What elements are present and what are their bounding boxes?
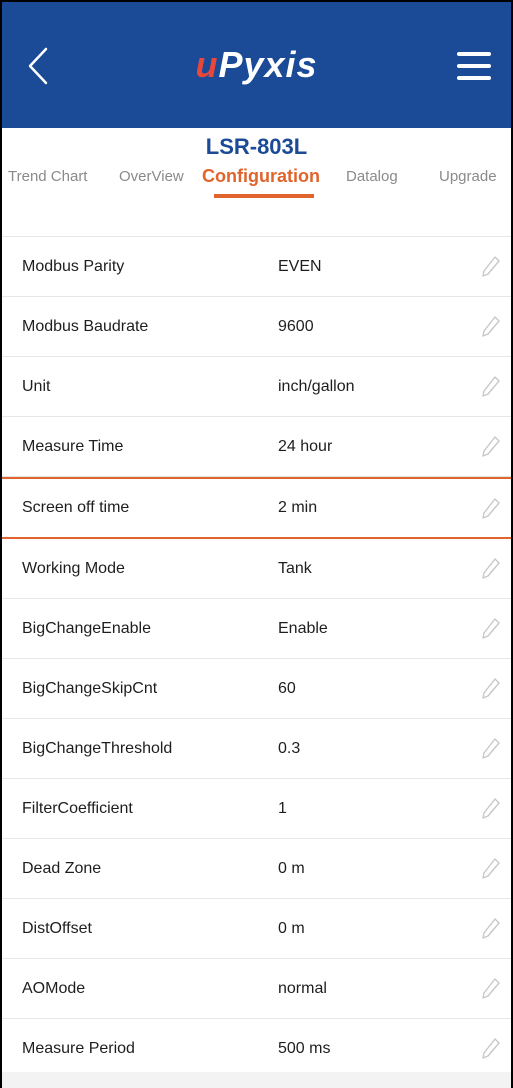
tab-bar: Trend Chart OverView Configuration Datal… <box>2 162 511 208</box>
edit-pencil-icon[interactable] <box>481 497 501 521</box>
edit-pencil-icon[interactable] <box>481 617 501 641</box>
config-value: 0 m <box>278 919 305 937</box>
edit-pencil-icon[interactable] <box>481 917 501 941</box>
edit-pencil-icon[interactable] <box>481 977 501 1001</box>
config-value: 1 <box>278 799 287 817</box>
edit-pencil-icon[interactable] <box>481 375 501 399</box>
config-row[interactable]: Dead Zone 0 m <box>2 839 511 899</box>
logo-text: Pyxis <box>218 44 318 85</box>
config-value: Enable <box>278 619 328 637</box>
config-value: 0 m <box>278 859 305 877</box>
tab-datalog[interactable]: Datalog <box>346 168 398 185</box>
tab-configuration[interactable]: Configuration <box>202 166 320 187</box>
config-label: Measure Time <box>22 437 124 455</box>
config-label: Dead Zone <box>22 859 102 877</box>
config-label: Unit <box>22 377 51 395</box>
edit-pencil-icon[interactable] <box>481 255 501 279</box>
config-label: Modbus Baudrate <box>22 317 149 335</box>
tab-overview[interactable]: OverView <box>119 168 184 185</box>
config-label: Modbus Parity <box>22 257 125 275</box>
config-row[interactable]: Modbus Parity EVEN <box>2 237 511 297</box>
config-row[interactable]: Measure Period 500 ms <box>2 1019 511 1079</box>
config-value: inch/gallon <box>278 377 355 395</box>
config-value: normal <box>278 979 327 997</box>
edit-pencil-icon[interactable] <box>481 677 501 701</box>
config-label: BigChangeThreshold <box>22 739 173 757</box>
edit-pencil-icon[interactable] <box>481 797 501 821</box>
config-label: Screen off time <box>22 499 130 516</box>
config-label: DistOffset <box>22 919 92 937</box>
config-value: 500 ms <box>278 1039 331 1057</box>
config-row[interactable]: DistOffset 0 m <box>2 899 511 959</box>
config-value: 9600 <box>278 317 314 335</box>
edit-pencil-icon[interactable] <box>481 1037 501 1061</box>
tab-trend-chart[interactable]: Trend Chart <box>8 168 87 185</box>
config-row[interactable]: Modbus Baudrate 9600 <box>2 297 511 357</box>
edit-pencil-icon[interactable] <box>481 857 501 881</box>
config-label: Working Mode <box>22 559 125 577</box>
app-header: uPyxis <box>2 2 511 128</box>
config-value: 2 min <box>278 499 318 516</box>
config-value: 60 <box>278 679 296 697</box>
active-tab-indicator <box>214 194 314 198</box>
device-title: LSR-803L <box>205 134 308 159</box>
config-value: EVEN <box>278 257 322 275</box>
edit-pencil-icon[interactable] <box>481 557 501 581</box>
config-label: BigChangeSkipCnt <box>22 679 158 697</box>
partial-row <box>2 208 511 236</box>
config-label: AOMode <box>22 979 86 997</box>
config-row[interactable]: Working Mode Tank <box>2 539 511 599</box>
config-label: BigChangeEnable <box>22 619 151 637</box>
config-row[interactable]: BigChangeThreshold 0.3 <box>2 719 511 779</box>
config-value: Tank <box>278 559 312 577</box>
config-label: FilterCoefficient <box>22 799 133 817</box>
config-row[interactable]: BigChangeSkipCnt 60 <box>2 659 511 719</box>
config-value: 0.3 <box>278 739 301 757</box>
config-value: 24 hour <box>278 437 333 455</box>
menu-button[interactable] <box>453 46 495 86</box>
edit-pencil-icon[interactable] <box>481 435 501 459</box>
edit-pencil-icon[interactable] <box>481 737 501 761</box>
config-row[interactable]: Measure Time 24 hour <box>2 417 511 477</box>
config-row[interactable]: BigChangeEnable Enable <box>2 599 511 659</box>
config-row[interactable]: Screen off time 2 min <box>2 477 511 539</box>
app-logo: uPyxis <box>2 44 511 86</box>
edit-pencil-icon[interactable] <box>481 315 501 339</box>
config-list: Modbus Parity EVEN Modbus Baudrate 9600 Unit… <box>2 236 511 1079</box>
config-row[interactable]: AOMode normal <box>2 959 511 1019</box>
config-label: Measure Period <box>22 1039 135 1057</box>
logo-u: u <box>195 44 219 85</box>
app-screen: uPyxis LSR-803L Trend Chart OverView Con… <box>0 0 513 1088</box>
footer-bar <box>2 1072 511 1088</box>
tab-upgrade[interactable]: Upgrade <box>439 168 497 185</box>
config-row[interactable]: FilterCoefficient 1 <box>2 779 511 839</box>
config-row[interactable]: Unit inch/gallon <box>2 357 511 417</box>
